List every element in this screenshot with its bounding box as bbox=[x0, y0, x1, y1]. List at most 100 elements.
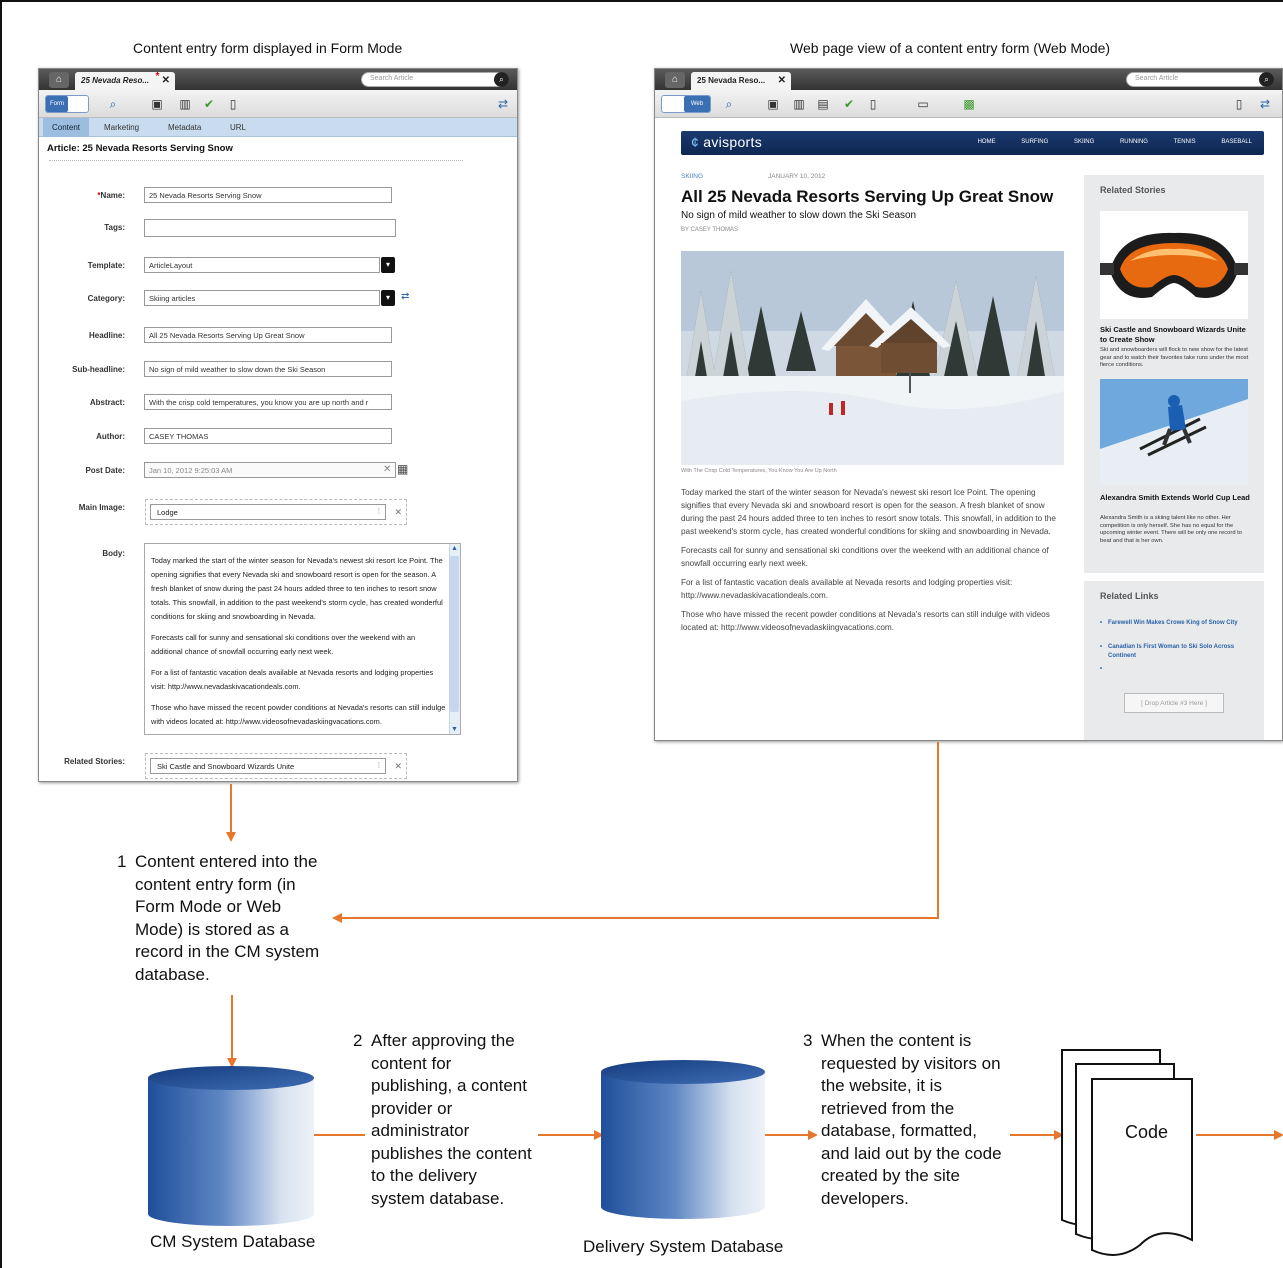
name-label: *Name: bbox=[97, 191, 125, 200]
chevron-down-icon[interactable]: ▾ bbox=[381, 290, 395, 306]
related-stories-panel: Related Stories Ski Castle and Snowboard… bbox=[1084, 175, 1264, 573]
template-label: Template: bbox=[87, 261, 125, 270]
web-tab-bar: ⌂ 25 Nevada Reso... ✕ Search Article ⌕ bbox=[655, 69, 1282, 90]
remove-icon[interactable]: ✕ bbox=[394, 761, 402, 772]
chevron-down-icon[interactable]: ▾ bbox=[381, 257, 395, 273]
article-subheadline[interactable]: No sign of mild weather to slow down the… bbox=[681, 210, 916, 221]
name-field[interactable]: 25 Nevada Resorts Serving Snow bbox=[144, 187, 392, 203]
section-label[interactable]: SKIING bbox=[681, 173, 703, 180]
close-icon[interactable]: ✕ bbox=[162, 75, 170, 86]
body-paragraph: For a list of fantastic vacation deals a… bbox=[151, 668, 434, 691]
site-nav-items: HOME SURFING SKIING RUNNING TENNIS BASEB… bbox=[954, 139, 1252, 145]
checkmark-icon[interactable]: ✔ bbox=[201, 96, 217, 112]
form-document-tab[interactable]: 25 Nevada Reso... * ✕ bbox=[75, 71, 175, 90]
tab-content[interactable]: Content bbox=[43, 118, 90, 137]
nav-item[interactable]: HOME bbox=[978, 139, 996, 145]
article-headline[interactable]: All 25 Nevada Resorts Serving Up Great S… bbox=[681, 187, 1053, 207]
save-icon[interactable]: ▣ bbox=[765, 96, 781, 112]
web-mode-toggle[interactable]: Web bbox=[661, 95, 711, 113]
related-link[interactable]: Canadian Is First Woman to Ski Solo Acro… bbox=[1100, 643, 1250, 660]
nav-item[interactable]: TENNIS bbox=[1174, 139, 1196, 145]
goggles-image[interactable] bbox=[1100, 211, 1248, 319]
sync-icon[interactable]: ⇄ bbox=[495, 96, 511, 112]
category-select[interactable]: Skiing articles bbox=[144, 290, 380, 306]
remove-icon[interactable]: ✕ bbox=[394, 507, 402, 518]
web-search-placeholder: Search Article bbox=[1135, 75, 1179, 82]
binoculars-icon[interactable]: ▥ bbox=[177, 96, 193, 112]
step-line: publishes the content bbox=[371, 1143, 532, 1163]
sync-icon[interactable]: ⇄ bbox=[1257, 96, 1273, 112]
mobile-icon[interactable]: ▯ bbox=[1231, 96, 1247, 112]
body-paragraph: Today marked the start of the winter sea… bbox=[151, 556, 443, 621]
form-search-input[interactable]: Search Article ⌕ bbox=[361, 72, 509, 87]
body-paragraph: Those who have missed the recent powder … bbox=[151, 703, 446, 726]
body-paragraph: Forecasts call for sunny and sensational… bbox=[151, 633, 416, 656]
story-title[interactable]: Ski Castle and Snowboard Wizards Unite t… bbox=[1100, 325, 1250, 345]
sync-icon[interactable]: ⇄ bbox=[401, 291, 409, 302]
template-select[interactable]: ArticleLayout bbox=[144, 257, 380, 273]
related-stories-picker[interactable]: Ski Castle and Snowboard Wizards Unite ⁞ … bbox=[145, 753, 407, 779]
subheadline-field[interactable]: No sign of mild weather to slow down the… bbox=[144, 361, 392, 377]
form-view-icon[interactable]: ▭ bbox=[915, 96, 931, 112]
post-date-field[interactable]: Jan 10, 2012 9:25:03 AM bbox=[144, 462, 396, 478]
tab-url[interactable]: URL bbox=[221, 118, 255, 137]
scroll-down-icon[interactable]: ▼ bbox=[450, 726, 459, 733]
nav-item[interactable]: BASEBALL bbox=[1221, 139, 1252, 145]
tags-row: Tags: bbox=[39, 219, 517, 239]
nav-item[interactable]: SURFING bbox=[1021, 139, 1048, 145]
trash-icon[interactable]: ▯ bbox=[225, 96, 241, 112]
scrollbar-thumb[interactable] bbox=[450, 556, 459, 712]
close-icon[interactable]: ✕ bbox=[778, 75, 786, 86]
step-line: database, formatted, bbox=[821, 1121, 977, 1140]
web-document-tab[interactable]: 25 Nevada Reso... ✕ bbox=[691, 72, 791, 90]
author-row: Author: CASEY THOMAS bbox=[39, 428, 517, 448]
headline-field[interactable]: All 25 Nevada Resorts Serving Up Great S… bbox=[144, 327, 392, 343]
binoculars-icon[interactable]: ▥ bbox=[791, 96, 807, 112]
form-mode-toggle[interactable]: Form bbox=[45, 95, 89, 113]
main-image-label: Main Image: bbox=[78, 503, 125, 512]
related-links-panel: Related Links Farewell Win Makes Crowe K… bbox=[1084, 581, 1264, 740]
main-image-row: Main Image: Lodge ⁞ ✕ bbox=[39, 499, 517, 529]
web-search-input[interactable]: Search Article ⌕ bbox=[1126, 72, 1274, 87]
form-mode-window: ⌂ 25 Nevada Reso... * ✕ Search Article ⌕… bbox=[38, 68, 518, 782]
preview-search-icon[interactable]: ⌕ bbox=[105, 96, 121, 112]
drop-zone[interactable]: [ Drop Article #3 Here ] bbox=[1124, 693, 1224, 713]
nav-item[interactable]: SKIING bbox=[1074, 139, 1094, 145]
clear-icon[interactable]: ✕ bbox=[383, 464, 391, 475]
story-title[interactable]: Alexandra Smith Extends World Cup Lead bbox=[1100, 493, 1250, 503]
preview-search-icon[interactable]: ⌕ bbox=[721, 96, 737, 112]
body-editor[interactable]: Today marked the start of the winter sea… bbox=[144, 543, 461, 735]
subheadline-row: Sub-headline: No sign of mild weather to… bbox=[39, 361, 517, 381]
tags-field[interactable] bbox=[144, 219, 396, 237]
home-icon[interactable]: ⌂ bbox=[49, 72, 69, 88]
tab-marketing[interactable]: Marketing bbox=[95, 118, 148, 137]
search-icon[interactable]: ⌕ bbox=[1259, 72, 1274, 87]
calendar-icon[interactable]: ▦ bbox=[397, 462, 408, 476]
search-icon[interactable]: ⌕ bbox=[494, 72, 509, 87]
step-number: 2 bbox=[353, 1031, 363, 1050]
tab-metadata[interactable]: Metadata bbox=[159, 118, 210, 137]
article-photo[interactable] bbox=[681, 251, 1064, 465]
related-link[interactable]: Farewell Win Makes Crowe King of Snow Ci… bbox=[1100, 619, 1250, 628]
trash-icon[interactable]: ▯ bbox=[865, 96, 881, 112]
home-icon[interactable]: ⌂ bbox=[665, 72, 685, 88]
article-title: Article: 25 Nevada Resorts Serving Snow bbox=[47, 143, 233, 154]
site-logo[interactable]: ¢ avisports bbox=[691, 134, 762, 150]
main-image-picker[interactable]: Lodge ⁞ ✕ bbox=[145, 499, 407, 525]
step-3-text: 3 When the content is requested by visit… bbox=[803, 1030, 1011, 1210]
article-body[interactable]: Today marked the start of the winter sea… bbox=[681, 486, 1066, 640]
image-icon[interactable]: ▩ bbox=[961, 96, 977, 112]
save-icon[interactable]: ▣ bbox=[149, 96, 165, 112]
step-line: When the content is bbox=[821, 1031, 972, 1050]
checkmark-icon[interactable]: ✔ bbox=[841, 96, 857, 112]
author-field[interactable]: CASEY THOMAS bbox=[144, 428, 392, 444]
form-toolbar: Form ⌕ ▣ ▥ ✔ ▯ ⇄ bbox=[39, 90, 517, 118]
skier-image[interactable] bbox=[1100, 379, 1248, 485]
nav-item[interactable]: RUNNING bbox=[1120, 139, 1148, 145]
abstract-field[interactable]: With the crisp cold temperatures, you kn… bbox=[144, 394, 392, 410]
scroll-up-icon[interactable]: ▲ bbox=[450, 545, 459, 552]
layout-icon[interactable]: ▤ bbox=[815, 96, 831, 112]
delivery-database-label: Delivery System Database bbox=[583, 1237, 784, 1256]
abstract-row: Abstract: With the crisp cold temperatur… bbox=[39, 394, 517, 414]
name-row: *Name: 25 Nevada Resorts Serving Snow bbox=[39, 187, 517, 207]
